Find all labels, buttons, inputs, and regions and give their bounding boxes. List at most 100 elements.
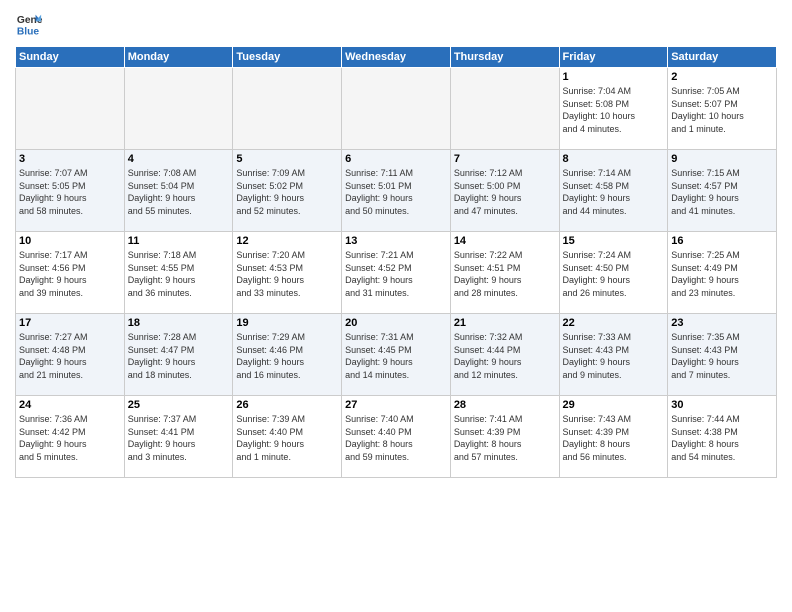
day-info: Sunrise: 7:33 AM Sunset: 4:43 PM Dayligh…: [563, 331, 665, 381]
week-row-1: 3 Sunrise: 7:07 AM Sunset: 5:05 PM Daylig…: [16, 150, 777, 232]
day-number: 1: [563, 71, 665, 83]
day-number: 14: [454, 235, 556, 247]
calendar-cell: 15 Sunrise: 7:24 AM Sunset: 4:50 PM Dayli…: [559, 232, 668, 314]
calendar-cell: 18 Sunrise: 7:28 AM Sunset: 4:47 PM Dayli…: [124, 314, 233, 396]
logo: General Blue: [15, 10, 47, 38]
weekday-header-thursday: Thursday: [450, 47, 559, 68]
day-info: Sunrise: 7:04 AM Sunset: 5:08 PM Dayligh…: [563, 85, 665, 135]
calendar-cell: [233, 68, 342, 150]
calendar-cell: 19 Sunrise: 7:29 AM Sunset: 4:46 PM Dayli…: [233, 314, 342, 396]
calendar-cell: 12 Sunrise: 7:20 AM Sunset: 4:53 PM Dayli…: [233, 232, 342, 314]
day-number: 9: [671, 153, 773, 165]
calendar-cell: 3 Sunrise: 7:07 AM Sunset: 5:05 PM Daylig…: [16, 150, 125, 232]
calendar-cell: [450, 68, 559, 150]
day-info: Sunrise: 7:29 AM Sunset: 4:46 PM Dayligh…: [236, 331, 338, 381]
day-number: 27: [345, 399, 447, 411]
weekday-header-saturday: Saturday: [668, 47, 777, 68]
week-row-2: 10 Sunrise: 7:17 AM Sunset: 4:56 PM Dayli…: [16, 232, 777, 314]
day-info: Sunrise: 7:07 AM Sunset: 5:05 PM Dayligh…: [19, 167, 121, 217]
day-info: Sunrise: 7:15 AM Sunset: 4:57 PM Dayligh…: [671, 167, 773, 217]
day-number: 11: [128, 235, 230, 247]
week-row-3: 17Sunrise: 7:27 AM Sunset: 4:48 PM Dayli…: [16, 314, 777, 396]
day-info: Sunrise: 7:43 AM Sunset: 4:39 PM Dayligh…: [563, 413, 665, 463]
day-number: 16: [671, 235, 773, 247]
calendar-container: General Blue SundayMondayTuesdayWednesda…: [0, 0, 792, 612]
calendar-cell: 4 Sunrise: 7:08 AM Sunset: 5:04 PM Daylig…: [124, 150, 233, 232]
day-info: Sunrise: 7:21 AM Sunset: 4:52 PM Dayligh…: [345, 249, 447, 299]
calendar-cell: 16Sunrise: 7:25 AM Sunset: 4:49 PM Dayli…: [668, 232, 777, 314]
calendar-cell: 21 Sunrise: 7:32 AM Sunset: 4:44 PM Dayli…: [450, 314, 559, 396]
calendar-cell: 9 Sunrise: 7:15 AM Sunset: 4:57 PM Daylig…: [668, 150, 777, 232]
day-number: 13: [345, 235, 447, 247]
day-info: Sunrise: 7:24 AM Sunset: 4:50 PM Dayligh…: [563, 249, 665, 299]
day-info: Sunrise: 7:14 AM Sunset: 4:58 PM Dayligh…: [563, 167, 665, 217]
day-number: 17: [19, 317, 121, 329]
week-row-0: 1 Sunrise: 7:04 AM Sunset: 5:08 PM Daylig…: [16, 68, 777, 150]
week-row-4: 24 Sunrise: 7:36 AM Sunset: 4:42 PM Dayli…: [16, 396, 777, 478]
calendar-cell: 13 Sunrise: 7:21 AM Sunset: 4:52 PM Dayli…: [342, 232, 451, 314]
day-info: Sunrise: 7:36 AM Sunset: 4:42 PM Dayligh…: [19, 413, 121, 463]
calendar-cell: 17Sunrise: 7:27 AM Sunset: 4:48 PM Dayli…: [16, 314, 125, 396]
weekday-header-friday: Friday: [559, 47, 668, 68]
calendar-cell: 11 Sunrise: 7:18 AM Sunset: 4:55 PM Dayli…: [124, 232, 233, 314]
calendar-cell: 25Sunrise: 7:37 AM Sunset: 4:41 PM Dayli…: [124, 396, 233, 478]
day-info: Sunrise: 7:08 AM Sunset: 5:04 PM Dayligh…: [128, 167, 230, 217]
day-info: Sunrise: 7:40 AM Sunset: 4:40 PM Dayligh…: [345, 413, 447, 463]
day-info: Sunrise: 7:11 AM Sunset: 5:01 PM Dayligh…: [345, 167, 447, 217]
header: General Blue: [15, 10, 777, 38]
day-number: 29: [563, 399, 665, 411]
calendar-cell: 26 Sunrise: 7:39 AM Sunset: 4:40 PM Dayli…: [233, 396, 342, 478]
day-info: Sunrise: 7:05 AM Sunset: 5:07 PM Dayligh…: [671, 85, 773, 135]
day-number: 15: [563, 235, 665, 247]
weekday-header-sunday: Sunday: [16, 47, 125, 68]
calendar-cell: 2 Sunrise: 7:05 AM Sunset: 5:07 PM Daylig…: [668, 68, 777, 150]
day-info: Sunrise: 7:18 AM Sunset: 4:55 PM Dayligh…: [128, 249, 230, 299]
day-info: Sunrise: 7:41 AM Sunset: 4:39 PM Dayligh…: [454, 413, 556, 463]
calendar-cell: [16, 68, 125, 150]
day-number: 20: [345, 317, 447, 329]
calendar-cell: 24 Sunrise: 7:36 AM Sunset: 4:42 PM Dayli…: [16, 396, 125, 478]
day-info: Sunrise: 7:20 AM Sunset: 4:53 PM Dayligh…: [236, 249, 338, 299]
day-number: 6: [345, 153, 447, 165]
logo-icon: General Blue: [15, 10, 43, 38]
day-number: 30: [671, 399, 773, 411]
calendar-cell: 28 Sunrise: 7:41 AM Sunset: 4:39 PM Dayli…: [450, 396, 559, 478]
calendar-cell: 30 Sunrise: 7:44 AM Sunset: 4:38 PM Dayli…: [668, 396, 777, 478]
calendar-cell: 1 Sunrise: 7:04 AM Sunset: 5:08 PM Daylig…: [559, 68, 668, 150]
day-info: Sunrise: 7:44 AM Sunset: 4:38 PM Dayligh…: [671, 413, 773, 463]
day-number: 28: [454, 399, 556, 411]
calendar-cell: [124, 68, 233, 150]
day-info: Sunrise: 7:32 AM Sunset: 4:44 PM Dayligh…: [454, 331, 556, 381]
day-number: 22: [563, 317, 665, 329]
day-info: Sunrise: 7:39 AM Sunset: 4:40 PM Dayligh…: [236, 413, 338, 463]
day-info: Sunrise: 7:37 AM Sunset: 4:41 PM Dayligh…: [128, 413, 230, 463]
day-number: 24: [19, 399, 121, 411]
calendar-cell: 10 Sunrise: 7:17 AM Sunset: 4:56 PM Dayli…: [16, 232, 125, 314]
day-number: 3: [19, 153, 121, 165]
day-info: Sunrise: 7:28 AM Sunset: 4:47 PM Dayligh…: [128, 331, 230, 381]
calendar-cell: [342, 68, 451, 150]
day-number: 26: [236, 399, 338, 411]
svg-text:Blue: Blue: [17, 26, 40, 37]
calendar-cell: 8Sunrise: 7:14 AM Sunset: 4:58 PM Daylig…: [559, 150, 668, 232]
calendar-cell: 29 Sunrise: 7:43 AM Sunset: 4:39 PM Dayli…: [559, 396, 668, 478]
day-info: Sunrise: 7:31 AM Sunset: 4:45 PM Dayligh…: [345, 331, 447, 381]
day-number: 19: [236, 317, 338, 329]
day-number: 12: [236, 235, 338, 247]
day-number: 5: [236, 153, 338, 165]
day-info: Sunrise: 7:35 AM Sunset: 4:43 PM Dayligh…: [671, 331, 773, 381]
calendar-cell: 5Sunrise: 7:09 AM Sunset: 5:02 PM Daylig…: [233, 150, 342, 232]
day-info: Sunrise: 7:12 AM Sunset: 5:00 PM Dayligh…: [454, 167, 556, 217]
day-number: 2: [671, 71, 773, 83]
weekday-header-row: SundayMondayTuesdayWednesdayThursdayFrid…: [16, 47, 777, 68]
weekday-header-monday: Monday: [124, 47, 233, 68]
weekday-header-tuesday: Tuesday: [233, 47, 342, 68]
day-number: 18: [128, 317, 230, 329]
day-info: Sunrise: 7:17 AM Sunset: 4:56 PM Dayligh…: [19, 249, 121, 299]
calendar-cell: 22 Sunrise: 7:33 AM Sunset: 4:43 PM Dayli…: [559, 314, 668, 396]
day-number: 21: [454, 317, 556, 329]
day-number: 10: [19, 235, 121, 247]
weekday-header-wednesday: Wednesday: [342, 47, 451, 68]
calendar-cell: 20 Sunrise: 7:31 AM Sunset: 4:45 PM Dayli…: [342, 314, 451, 396]
day-number: 4: [128, 153, 230, 165]
